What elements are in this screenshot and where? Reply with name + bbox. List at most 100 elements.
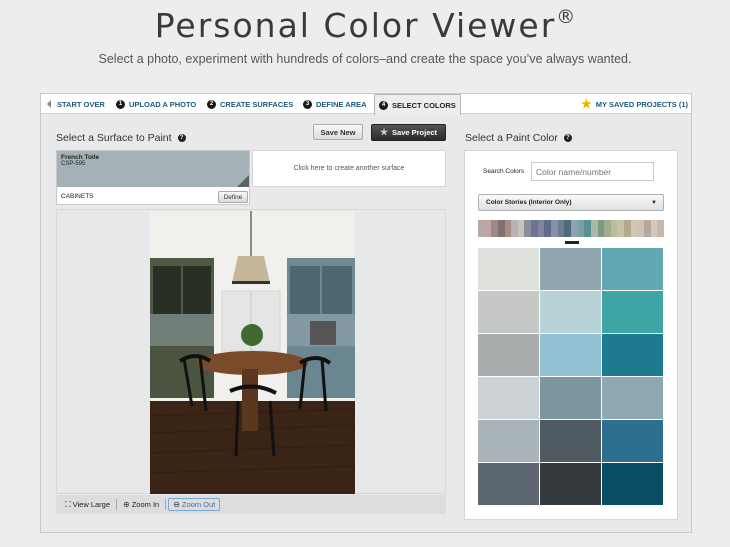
swatch-color-name: French Toile (61, 154, 100, 161)
zoom-out-button[interactable]: ⊖ Zoom Out (168, 498, 221, 511)
spectrum-segment[interactable] (557, 220, 565, 237)
color-chip[interactable] (602, 420, 663, 462)
create-surface-button[interactable]: Click here to create another surface (252, 150, 446, 187)
toolbar-divider (165, 499, 167, 510)
page-subtitle: Select a photo, experiment with hundreds… (98, 52, 632, 66)
step-number-icon: 4 (379, 100, 388, 110)
start-over-link[interactable]: START OVER (47, 94, 105, 114)
color-chip[interactable] (478, 463, 539, 505)
swatch-color-code: CSP-595 (61, 161, 86, 167)
zoom-in-button[interactable]: ⊕ Zoom In (119, 498, 163, 511)
color-spectrum-bar[interactable] (478, 220, 664, 237)
step-define-area[interactable]: 3 DEFINE AREA (303, 94, 367, 114)
color-search-input[interactable] (531, 162, 654, 181)
paint-panel-title: Select a Paint Color ? (465, 132, 572, 144)
spectrum-segment[interactable] (604, 220, 611, 237)
swatch-corner-icon (237, 175, 249, 187)
spectrum-segment[interactable] (577, 220, 585, 237)
title-text: Personal Color Viewer (154, 6, 557, 45)
save-project-label: Save Project (392, 128, 438, 137)
color-chip[interactable] (478, 248, 539, 290)
color-chip[interactable] (478, 377, 539, 419)
spectrum-segment[interactable] (597, 220, 605, 237)
spectrum-segment[interactable] (511, 220, 518, 237)
spectrum-segment[interactable] (624, 220, 631, 237)
color-chip[interactable] (540, 291, 601, 333)
save-new-button[interactable]: Save New (313, 124, 363, 140)
spectrum-segment[interactable] (637, 220, 645, 237)
spectrum-segment[interactable] (570, 220, 578, 237)
spectrum-segment[interactable] (610, 220, 618, 237)
step-label: SELECT COLORS (392, 100, 456, 110)
spectrum-segment[interactable] (524, 220, 532, 237)
spectrum-segment[interactable] (644, 220, 651, 237)
spectrum-segment[interactable] (564, 220, 571, 237)
spectrum-segment[interactable] (630, 220, 638, 237)
spectrum-segment[interactable] (617, 220, 625, 237)
surface-panel-title-text: Select a Surface to Paint (56, 132, 172, 144)
step-upload-photo[interactable]: 1 UPLOAD A PHOTO (116, 94, 196, 114)
spectrum-segment[interactable] (497, 220, 505, 237)
color-chip[interactable] (602, 463, 663, 505)
color-chip[interactable] (540, 420, 601, 462)
zoom-out-icon: ⊖ (173, 500, 180, 509)
spectrum-segment[interactable] (650, 220, 658, 237)
spectrum-segment[interactable] (491, 220, 498, 237)
color-chip-grid (478, 248, 664, 505)
spectrum-segment[interactable] (551, 220, 558, 237)
star-icon: ★ (379, 127, 389, 137)
color-chip[interactable] (540, 377, 601, 419)
star-icon: ★ (581, 97, 592, 111)
color-chip[interactable] (540, 248, 601, 290)
surface-panel-title: Select a Surface to Paint ? (56, 132, 186, 144)
room-photo-illustration (150, 211, 355, 494)
step-number-icon: 2 (207, 99, 216, 109)
color-chip[interactable] (478, 291, 539, 333)
spectrum-segment[interactable] (590, 220, 598, 237)
color-chip[interactable] (602, 334, 663, 376)
view-large-button[interactable]: ⛶ View Large (61, 498, 114, 511)
spectrum-segment[interactable] (478, 220, 485, 237)
step-number-icon: 3 (303, 99, 312, 109)
spectrum-segment[interactable] (484, 220, 492, 237)
spectrum-segment[interactable] (544, 220, 552, 237)
spectrum-slider-handle[interactable] (565, 241, 579, 244)
step-select-colors[interactable]: 4 SELECT COLORS (374, 94, 461, 115)
color-chip[interactable] (540, 334, 601, 376)
saved-projects-label: MY SAVED PROJECTS (1) (595, 99, 689, 109)
spectrum-segment[interactable] (504, 220, 512, 237)
step-label: CREATE SURFACES (220, 99, 294, 109)
paint-color-panel: Search Colors Color Stories (Interior On… (464, 150, 678, 520)
color-stories-dropdown[interactable]: Color Stories (Interior Only) ▼ (478, 194, 664, 211)
help-icon[interactable]: ? (563, 134, 572, 142)
step-create-surfaces[interactable]: 2 CREATE SURFACES (207, 94, 293, 114)
expand-icon: ⛶ (65, 499, 71, 509)
paint-panel-title-text: Select a Paint Color (465, 132, 558, 144)
spectrum-segment[interactable] (537, 220, 545, 237)
spectrum-segment[interactable] (531, 220, 538, 237)
define-button[interactable]: Define (218, 191, 248, 203)
registered-mark: ® (556, 6, 576, 28)
step-label: DEFINE AREA (316, 99, 367, 109)
color-chip[interactable] (602, 291, 663, 333)
saved-projects-link[interactable]: ★ MY SAVED PROJECTS (1) (581, 94, 688, 114)
color-chip[interactable] (540, 463, 601, 505)
surface-label: CABINETS (61, 193, 94, 200)
dropdown-value: Color Stories (Interior Only) (486, 199, 572, 206)
save-project-button[interactable]: ★ Save Project (371, 124, 446, 141)
photo-canvas (56, 209, 446, 494)
color-chip[interactable] (602, 248, 663, 290)
color-chip[interactable] (478, 334, 539, 376)
search-label: Search Colors (483, 168, 525, 175)
spectrum-segment[interactable] (517, 220, 525, 237)
spectrum-segment[interactable] (584, 220, 591, 237)
color-chip[interactable] (478, 420, 539, 462)
spectrum-segment[interactable] (657, 220, 664, 237)
color-chip[interactable] (602, 377, 663, 419)
help-icon[interactable]: ? (177, 134, 186, 142)
zoom-in-icon: ⊕ (123, 500, 130, 509)
room-photo[interactable] (150, 211, 355, 494)
surface-color-swatch[interactable]: French Toile CSP-595 (57, 151, 249, 187)
step-label: UPLOAD A PHOTO (129, 99, 197, 109)
surface-card-cabinets[interactable]: French Toile CSP-595 CABINETS Define (56, 150, 250, 205)
